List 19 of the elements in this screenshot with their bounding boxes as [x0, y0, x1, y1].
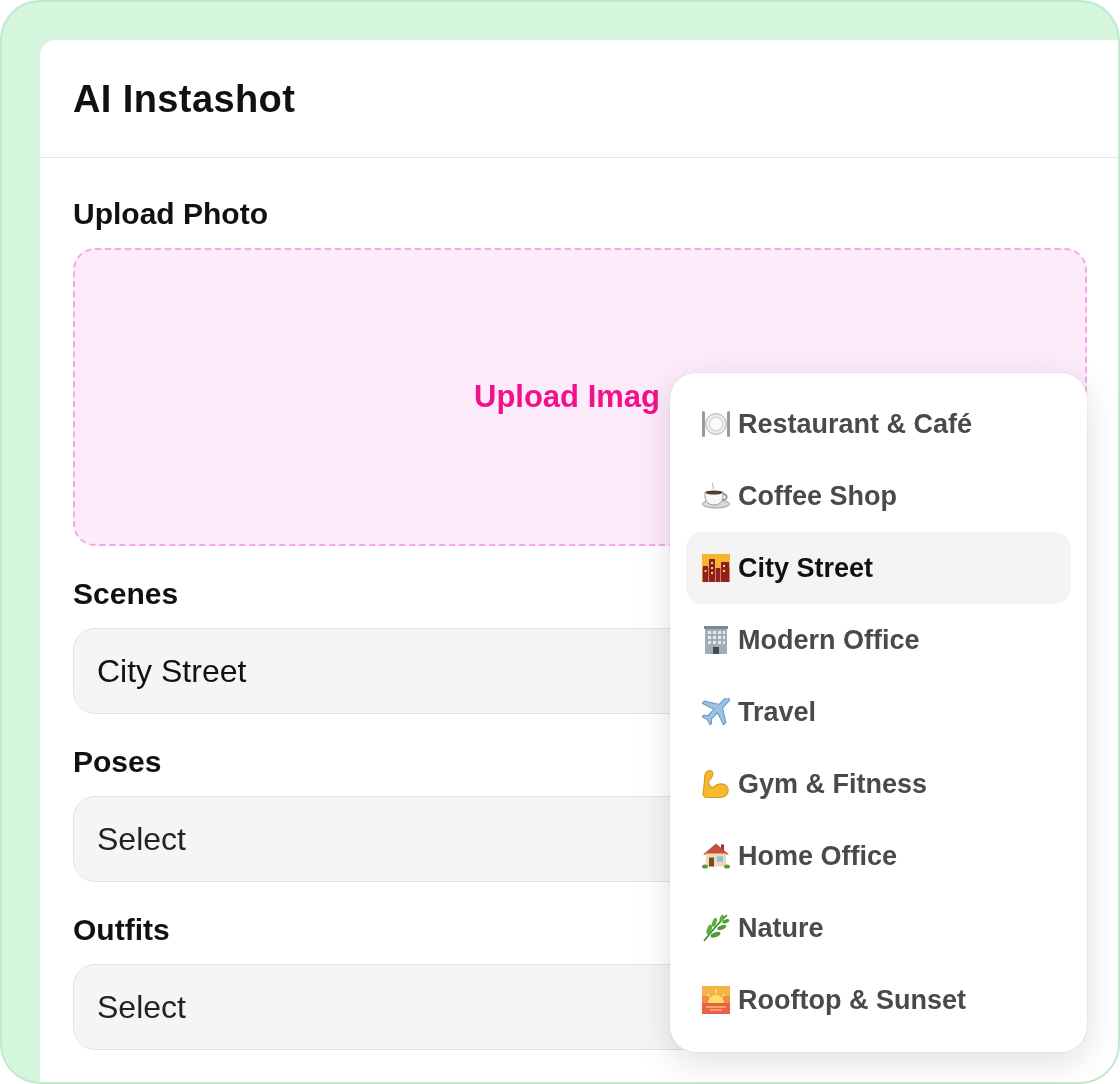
dropdown-item[interactable]: Restaurant & Café: [686, 388, 1071, 460]
leaf-sprig-icon: [702, 914, 730, 942]
dropdown-item[interactable]: Nature: [686, 892, 1071, 964]
app-title: AI Instashot: [73, 79, 296, 118]
field-label: Upload Photo: [73, 196, 268, 232]
airplane-icon: [702, 698, 730, 726]
dropdown-item[interactable]: Rooftop & Sunset: [686, 964, 1071, 1036]
city-skyline-icon: [702, 554, 730, 582]
field-label: Outfits: [73, 912, 170, 948]
field-label: Scenes: [73, 576, 179, 612]
coffee-cup-icon: [702, 482, 730, 510]
field-label: Poses: [73, 744, 162, 780]
house-icon: [702, 842, 730, 870]
flexed-arm-icon: [702, 770, 730, 798]
sunrise-icon: [702, 986, 730, 1014]
dropdown-item[interactable]: City Street: [686, 532, 1071, 604]
dropdown-item[interactable]: Coffee Shop: [686, 460, 1071, 532]
plate-cutlery-icon: [702, 410, 730, 438]
office-building-icon: [702, 626, 730, 654]
